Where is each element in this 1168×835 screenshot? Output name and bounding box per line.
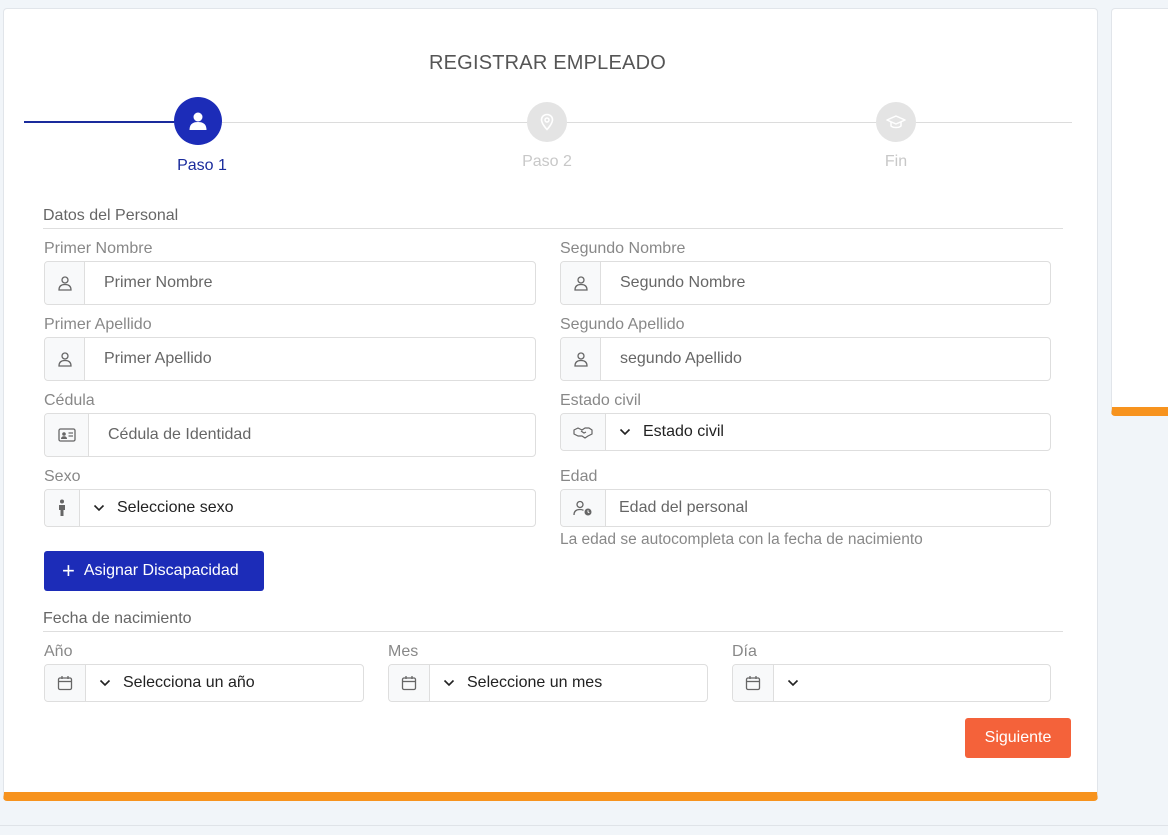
id-card-field[interactable]: Cédula de Identidad [44,413,536,457]
age-hint: La edad se autocompleta con la fecha de … [560,531,923,548]
handshake-icon [561,414,606,450]
plus-icon: + [62,558,75,583]
sex-label: Sexo [44,468,81,485]
second-surname-label: Segundo Apellido [560,316,685,333]
step-2-label: Paso 2 [522,153,572,170]
chevron-down-icon [93,504,107,512]
second-name-input[interactable]: Segundo Nombre [601,262,1050,304]
age-field[interactable]: Edad del personal [560,489,1051,527]
marital-status-label: Estado civil [560,392,641,409]
chevron-down-icon [99,679,113,687]
sex-select[interactable]: Seleccione sexo [44,489,536,527]
person-icon [561,338,601,380]
user-clock-icon [561,490,606,526]
month-select[interactable]: Seleccione un mes [388,664,708,702]
first-name-input[interactable]: Primer Nombre [85,262,535,304]
first-surname-input[interactable]: Primer Apellido [85,338,535,380]
side-card [1111,8,1168,416]
step-3-label: Fin [884,153,908,170]
first-surname-label: Primer Apellido [44,316,152,333]
step-2-circle[interactable] [527,102,567,142]
calendar-icon [45,665,86,701]
id-card-icon [45,414,89,456]
page-title: REGISTRAR EMPLEADO [429,52,666,74]
second-surname-field[interactable]: segundo Apellido [560,337,1051,381]
second-name-field[interactable]: Segundo Nombre [560,261,1051,305]
next-button[interactable]: Siguiente [965,718,1071,758]
id-card-label: Cédula [44,392,95,409]
person-standing-icon [45,490,80,526]
assign-disability-label: Asignar Discapacidad [83,562,239,579]
step-1-circle[interactable] [174,97,222,145]
person-icon [45,262,85,304]
day-select[interactable] [732,664,1051,702]
year-select[interactable]: Selecciona un año [44,664,364,702]
graduation-cap-icon [886,115,906,129]
first-name-label: Primer Nombre [44,240,153,257]
month-value: Seleccione un mes [467,674,603,691]
first-surname-field[interactable]: Primer Apellido [44,337,536,381]
marital-status-select[interactable]: Estado civil [560,413,1051,451]
section-birth-date: Fecha de nacimiento [43,610,1063,632]
marital-status-value: Estado civil [643,423,724,440]
month-label: Mes [388,643,419,660]
calendar-icon [733,665,774,701]
year-label: Año [44,643,73,660]
step-1-label: Paso 1 [177,157,227,174]
person-icon [561,262,601,304]
section-personal-data: Datos del Personal [43,207,1063,229]
calendar-icon [389,665,430,701]
chevron-down-icon [443,679,457,687]
page-footer-divider [0,825,1168,826]
first-name-field[interactable]: Primer Nombre [44,261,536,305]
sex-value: Seleccione sexo [117,499,234,516]
second-surname-input[interactable]: segundo Apellido [601,338,1050,380]
location-pin-icon [540,113,554,131]
id-card-input[interactable]: Cédula de Identidad [89,414,535,456]
year-value: Selecciona un año [123,674,255,691]
age-input[interactable]: Edad del personal [606,490,1050,526]
step-3-circle[interactable] [876,102,916,142]
assign-disability-button[interactable]: + Asignar Discapacidad [44,551,264,591]
chevron-down-icon [787,679,801,687]
age-label: Edad [560,468,598,485]
user-icon [189,112,207,130]
person-icon [45,338,85,380]
chevron-down-icon [619,428,633,436]
day-label: Día [732,643,757,660]
second-name-label: Segundo Nombre [560,240,686,257]
